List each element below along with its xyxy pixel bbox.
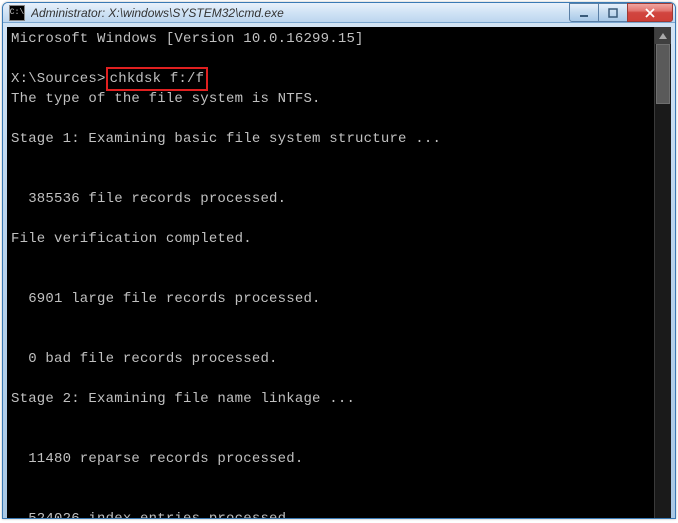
index-entries-line: 524026 index entries processed.: [11, 511, 295, 519]
scroll-track[interactable]: [655, 44, 671, 519]
window-title: Administrator: X:\windows\SYSTEM32\cmd.e…: [31, 6, 570, 20]
large-records-line: 6901 large file records processed.: [11, 291, 321, 307]
vertical-scrollbar[interactable]: [654, 27, 671, 519]
content-frame: Microsoft Windows [Version 10.0.16299.15…: [7, 27, 671, 519]
fs-type-line: The type of the file system is NTFS.: [11, 91, 321, 107]
window-controls: [570, 3, 673, 22]
cmd-icon: C:\: [9, 5, 25, 21]
reparse-line: 11480 reparse records processed.: [11, 451, 303, 467]
minimize-button[interactable]: [569, 3, 599, 22]
prompt: X:\Sources>: [11, 71, 106, 87]
maximize-button[interactable]: [598, 3, 628, 22]
stage2-line: Stage 2: Examining file name linkage ...: [11, 391, 355, 407]
version-line: Microsoft Windows [Version 10.0.16299.15…: [11, 31, 364, 47]
stage1-line: Stage 1: Examining basic file system str…: [11, 131, 441, 147]
titlebar[interactable]: C:\ Administrator: X:\windows\SYSTEM32\c…: [3, 3, 675, 23]
scroll-up-button[interactable]: [655, 27, 671, 44]
file-verif-line: File verification completed.: [11, 231, 252, 247]
terminal-output[interactable]: Microsoft Windows [Version 10.0.16299.15…: [7, 27, 654, 519]
bad-records-line: 0 bad file records processed.: [11, 351, 278, 367]
file-records-line: 385536 file records processed.: [11, 191, 286, 207]
cmd-window: C:\ Administrator: X:\windows\SYSTEM32\c…: [2, 2, 676, 519]
scroll-thumb[interactable]: [656, 44, 670, 104]
close-button[interactable]: [627, 3, 673, 22]
command-highlight: chkdsk f:/f: [106, 67, 209, 91]
